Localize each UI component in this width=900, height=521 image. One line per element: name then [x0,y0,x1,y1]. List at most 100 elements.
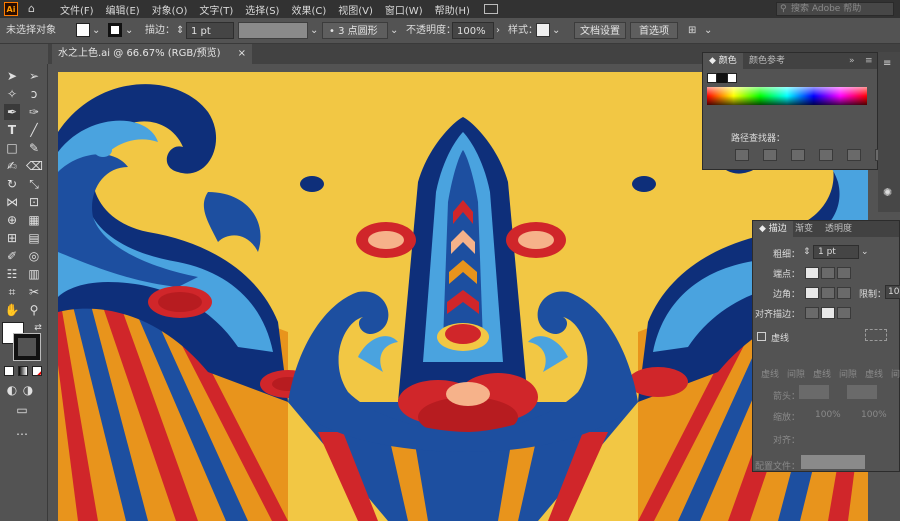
eyedropper-icon[interactable]: ✐ [4,248,20,264]
expand-icon[interactable]: » [843,53,861,69]
type-tool-icon[interactable]: T [4,122,20,138]
screen-mode-icon[interactable]: ▭ [14,402,30,418]
chevron-down-icon[interactable]: ⌄ [125,22,133,39]
draw-behind-icon[interactable]: ◑ [20,382,36,398]
dashed-checkbox[interactable] [757,332,766,341]
unite-icon[interactable] [735,149,749,161]
document-setup-button[interactable]: 文档设置 [574,22,626,39]
menu-item-0[interactable]: 文件(F) [60,2,94,17]
chevron-down-icon[interactable]: ⌄ [552,22,560,39]
panel-menu-icon[interactable]: ≡ [859,53,879,69]
stepper-icon[interactable]: ⇕ [176,22,184,39]
intersect-icon[interactable] [791,149,805,161]
white-swatch[interactable] [727,73,737,83]
hand-tool-icon[interactable]: ✋ [4,302,20,318]
none-mode-icon[interactable] [32,366,42,376]
bevel-join-icon[interactable] [837,287,851,299]
zoom-tool-icon[interactable]: ⚲ [26,302,42,318]
rotate-tool-icon[interactable]: ↻ [4,176,20,192]
end-arrow-select[interactable] [847,385,877,399]
menu-item-8[interactable]: 帮助(H) [435,2,470,17]
butt-cap-icon[interactable] [805,267,819,279]
menu-item-1[interactable]: 编辑(E) [106,2,140,17]
menu-item-6[interactable]: 视图(V) [338,2,373,17]
pen-tool-icon[interactable]: ✒ [4,104,20,120]
stroke-label[interactable]: 描边： [145,22,175,39]
shape-builder-icon[interactable]: ⊕ [4,212,20,228]
symbol-sprayer-icon[interactable]: ☷ [4,266,20,282]
gradient-tool-icon[interactable]: ▤ [26,230,42,246]
chevron-right-icon[interactable]: › [496,22,500,39]
round-cap-icon[interactable] [821,267,835,279]
menu-item-5[interactable]: 效果(C) [291,2,326,17]
tab-transparency[interactable]: 透明度 [819,221,858,237]
menu-item-4[interactable]: 选择(S) [245,2,279,17]
variable-width-profile[interactable] [238,22,308,39]
stroke-swatch[interactable] [108,23,122,37]
column-graph-icon[interactable]: ▥ [26,266,42,282]
scale-tool-icon[interactable]: ⤡ [26,176,42,192]
divide-icon[interactable] [847,149,861,161]
gear-icon[interactable]: ✺ [883,186,892,199]
free-transform-icon[interactable]: ⊡ [26,194,42,210]
chevron-down-icon[interactable]: ⌄ [310,22,318,39]
fill-swatch[interactable] [76,23,90,37]
weight-field[interactable]: 1 pt [813,245,859,259]
exclude-icon[interactable] [819,149,833,161]
minus-front-icon[interactable] [763,149,777,161]
menu-item-3[interactable]: 文字(T) [199,2,233,17]
none-swatch[interactable] [707,73,717,83]
opacity-label[interactable]: 不透明度： [406,22,456,39]
tab-color-guide[interactable]: 颜色参考 [743,53,791,69]
tab-stroke[interactable]: ◆ 描边 [753,221,793,237]
width-tool-icon[interactable]: ⋈ [4,194,20,210]
line-tool-icon[interactable]: ╱ [26,122,42,138]
magic-wand-icon[interactable]: ✧ [4,86,20,102]
end-scale-field[interactable]: 100% [861,410,887,420]
selection-tool-icon[interactable]: ➤ [4,68,20,84]
tab-color[interactable]: ◆ 颜色 [703,53,743,69]
black-swatch[interactable] [717,73,727,83]
tab-gradient[interactable]: 渐变 [789,221,819,237]
start-scale-field[interactable]: 100% [815,410,841,420]
mesh-tool-icon[interactable]: ⊞ [4,230,20,246]
dock-menu-icon[interactable]: ≡ [883,58,891,69]
home-icon[interactable]: ⌂ [28,3,40,15]
brush-definition-field[interactable]: • 3 点圆形 [322,22,388,39]
eraser-icon[interactable]: ⌫ [26,158,43,174]
color-mode-icon[interactable] [4,366,14,376]
swap-colors-icon[interactable]: ⇄ [30,320,46,336]
chevron-down-icon[interactable]: ⌄ [92,22,100,39]
slice-tool-icon[interactable]: ✂ [26,284,42,300]
chevron-down-icon[interactable]: ⌄ [390,22,398,39]
color-spectrum[interactable] [707,87,867,105]
stroke-color-box[interactable] [13,333,41,361]
round-join-icon[interactable] [821,287,835,299]
draw-normal-icon[interactable]: ◐ [4,382,20,398]
perspective-grid-icon[interactable]: ▦ [26,212,42,228]
workspace-switcher-icon[interactable] [483,4,498,14]
artboard-tool-icon[interactable]: ⌗ [4,284,20,300]
close-icon[interactable]: × [238,44,246,64]
shaper-tool-icon[interactable]: ✍ [4,158,20,174]
rectangle-tool-icon[interactable]: □ [4,140,20,156]
align-outside-icon[interactable] [837,307,851,319]
preferences-button[interactable]: 首选项 [630,22,678,39]
document-tab[interactable]: 水之上色.ai @ 66.67% (RGB/预览) × [52,44,252,64]
stroke-weight-field[interactable]: 1 pt [186,22,234,39]
graphic-style-swatch[interactable] [536,23,550,37]
projecting-cap-icon[interactable] [837,267,851,279]
menu-item-2[interactable]: 对象(O) [152,2,188,17]
stepper-icon[interactable]: ⇕ [803,247,811,257]
chevron-down-icon[interactable]: ⌄ [704,22,712,39]
curvature-tool-icon[interactable]: ✑ [26,104,42,120]
chevron-down-icon[interactable]: ⌄ [861,247,869,257]
direct-selection-tool-icon[interactable]: ➢ [26,68,42,84]
gradient-mode-icon[interactable] [18,366,28,376]
dash-preserve-icon[interactable] [865,329,887,341]
miter-join-icon[interactable] [805,287,819,299]
start-arrow-select[interactable] [799,385,829,399]
align-inside-icon[interactable] [821,307,835,319]
limit-field[interactable]: 10 [885,285,900,299]
paintbrush-icon[interactable]: ✎ [26,140,42,156]
